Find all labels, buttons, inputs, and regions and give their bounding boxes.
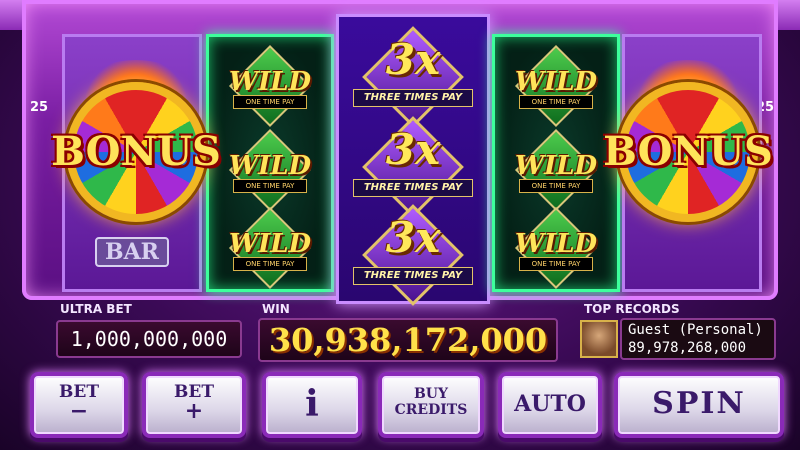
buy-credits-button[interactable]: BUY CREDITS bbox=[378, 372, 484, 438]
wild-text: WILD bbox=[514, 67, 598, 97]
wild-text: WILD bbox=[228, 151, 312, 181]
three-times-subtext: THREE TIMES PAY bbox=[353, 179, 473, 197]
three-times-symbol: 3x THREE TIMES PAY bbox=[349, 116, 477, 218]
bet-plus-button[interactable]: BET + bbox=[142, 372, 246, 438]
three-times-symbol: 3x THREE TIMES PAY bbox=[349, 204, 477, 306]
three-times-symbol: 3x THREE TIMES PAY bbox=[349, 26, 477, 128]
minus-icon: − bbox=[69, 398, 89, 424]
record-player-name: Guest (Personal) bbox=[628, 322, 763, 338]
wild-symbol: WILD ONE TIME PAY bbox=[513, 206, 599, 290]
reel-2: WILD ONE TIME PAY WILD ONE TIME PAY WILD… bbox=[206, 34, 334, 292]
wild-symbol: WILD ONE TIME PAY bbox=[227, 44, 313, 128]
wild-symbol: WILD ONE TIME PAY bbox=[513, 44, 599, 128]
ultra-bet-display: 1,000,000,000 bbox=[56, 320, 242, 358]
spin-button[interactable]: SPIN bbox=[614, 372, 784, 438]
bonus-wheel-left: BONUS bbox=[51, 60, 221, 232]
slot-machine-screen: 25 25 BAR WILD ONE TIME PAY WILD ONE TIM… bbox=[0, 0, 800, 450]
bonus-wheel-right: BONUS bbox=[603, 60, 773, 232]
wild-text: WILD bbox=[228, 229, 312, 259]
bar-symbol: BAR bbox=[95, 237, 169, 267]
wild-subtext: ONE TIME PAY bbox=[519, 257, 593, 271]
credits-label: CREDITS bbox=[394, 402, 468, 418]
plus-icon: + bbox=[184, 398, 204, 424]
bonus-text: BONUS bbox=[51, 128, 221, 175]
wild-text: WILD bbox=[514, 151, 598, 181]
wild-subtext: ONE TIME PAY bbox=[519, 95, 593, 109]
info-icon: i bbox=[305, 383, 319, 425]
wild-text: WILD bbox=[514, 229, 598, 259]
three-times-text: 3x bbox=[385, 125, 441, 174]
reel-4: WILD ONE TIME PAY WILD ONE TIME PAY WILD… bbox=[492, 34, 620, 292]
wild-text: WILD bbox=[228, 67, 312, 97]
buy-label: BUY bbox=[413, 386, 449, 402]
auto-label: AUTO bbox=[514, 391, 586, 417]
wild-subtext: ONE TIME PAY bbox=[233, 257, 307, 271]
three-times-text: 3x bbox=[385, 35, 441, 84]
wild-symbol: WILD ONE TIME PAY bbox=[227, 128, 313, 212]
ultra-bet-label: ULTRA BET bbox=[60, 302, 132, 316]
wild-subtext: ONE TIME PAY bbox=[233, 95, 307, 109]
win-label: WIN bbox=[262, 302, 290, 316]
info-button[interactable]: i bbox=[262, 372, 362, 438]
wild-symbol: WILD ONE TIME PAY bbox=[513, 128, 599, 212]
left-payline-number: 25 bbox=[30, 100, 49, 115]
spin-label: SPIN bbox=[652, 386, 746, 421]
avatar[interactable] bbox=[580, 320, 618, 358]
reel-3: 3x THREE TIMES PAY 3x THREE TIMES PAY 3x… bbox=[336, 14, 490, 306]
bet-minus-button[interactable]: BET − bbox=[30, 372, 128, 438]
ultra-bet-value: 1,000,000,000 bbox=[70, 327, 228, 351]
bonus-text: BONUS bbox=[603, 128, 773, 175]
wild-symbol: WILD ONE TIME PAY bbox=[227, 206, 313, 290]
record-value: 89,978,268,000 bbox=[628, 340, 747, 356]
wild-subtext: ONE TIME PAY bbox=[519, 179, 593, 193]
three-times-subtext: THREE TIMES PAY bbox=[353, 89, 473, 107]
top-records-label: TOP RECORDS bbox=[584, 302, 680, 316]
wild-subtext: ONE TIME PAY bbox=[233, 179, 307, 193]
win-display: 30,938,172,000 bbox=[258, 318, 558, 362]
top-record-display: Guest (Personal) 89,978,268,000 bbox=[620, 318, 776, 360]
win-value: 30,938,172,000 bbox=[268, 321, 548, 359]
three-times-subtext: THREE TIMES PAY bbox=[353, 267, 473, 285]
three-times-text: 3x bbox=[385, 213, 441, 262]
auto-button[interactable]: AUTO bbox=[498, 372, 602, 438]
